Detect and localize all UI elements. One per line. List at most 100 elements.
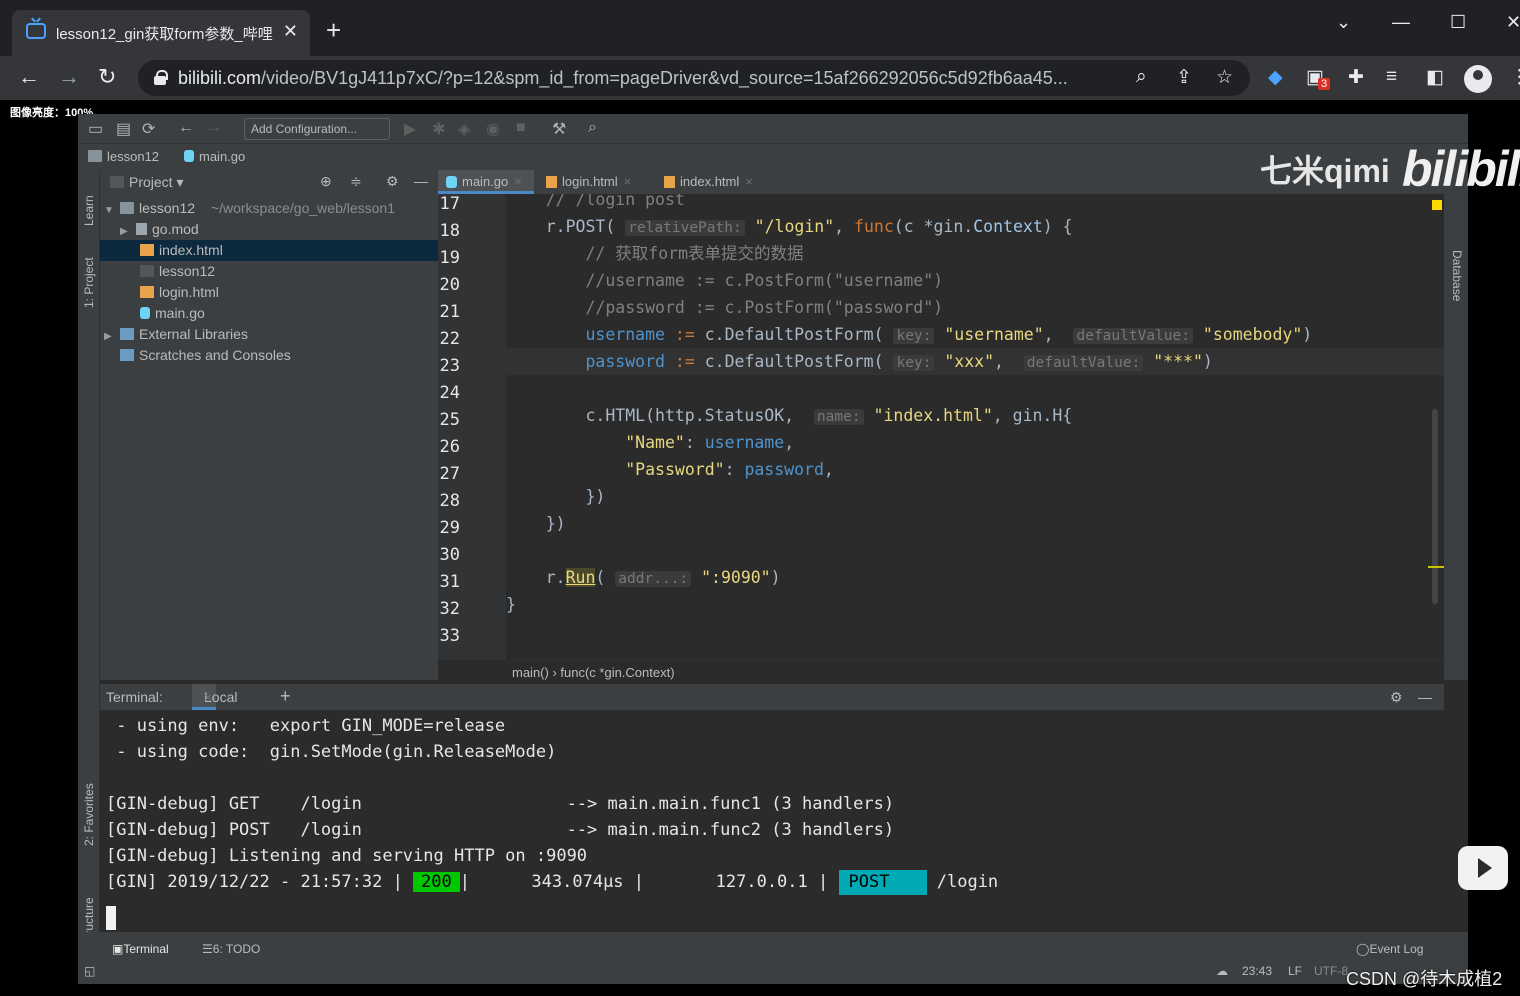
- bilibili-tv-icon: [26, 23, 46, 39]
- tree-item-scratches[interactable]: Scratches and Consoles: [100, 345, 438, 366]
- side-tab-learn[interactable]: Learn: [82, 195, 96, 226]
- tree-item-main-go[interactable]: main.go: [100, 303, 438, 324]
- media-icon[interactable]: ≡: [1386, 66, 1397, 88]
- code-line[interactable]: password := c.DefaultPostForm( key: "xxx…: [506, 348, 1444, 375]
- minimize-icon[interactable]: —: [1392, 12, 1410, 33]
- terminal-tab-local[interactable]: Local ×: [192, 684, 237, 710]
- code-line[interactable]: username := c.DefaultPostForm( key: "use…: [506, 321, 1444, 348]
- code-line[interactable]: // /login post: [506, 194, 1444, 213]
- ide-window: ▭ ▤ ⟳ ← → Add Configuration... ▶ ✱ ◈ ◉ ■…: [78, 114, 1468, 984]
- save-icon[interactable]: ▤: [116, 119, 131, 139]
- tab-login-html[interactable]: login.html ×: [538, 170, 652, 194]
- close-window-icon[interactable]: ✕: [1506, 12, 1520, 33]
- code-line[interactable]: "Name": username,: [506, 429, 1444, 456]
- hide-panel-icon[interactable]: —: [414, 173, 428, 189]
- maximize-icon[interactable]: ☐: [1450, 12, 1466, 33]
- inspection-status-icon[interactable]: [1432, 200, 1442, 210]
- tab-index-html[interactable]: index.html ×: [656, 170, 766, 194]
- open-folder-icon[interactable]: ▭: [88, 119, 103, 139]
- code-line[interactable]: r.POST( relativePath: "/login", func(c *…: [506, 213, 1444, 240]
- add-configuration-button[interactable]: Add Configuration...: [244, 118, 390, 140]
- search-icon[interactable]: ⌕: [588, 119, 597, 137]
- line-separator[interactable]: LF: [1288, 964, 1302, 978]
- code-line[interactable]: }): [506, 510, 1444, 537]
- debug-icon[interactable]: ✱: [432, 119, 445, 139]
- line-number-gutter: 17 18 19 20 21 22 23 24 25 26 27 28 29 3…: [438, 194, 506, 660]
- side-tab-favorites[interactable]: 2: Favorites: [82, 783, 96, 846]
- back-icon[interactable]: ←: [18, 64, 40, 90]
- nav-project[interactable]: lesson12: [88, 149, 159, 164]
- tab-main-go[interactable]: main.go ×: [438, 170, 534, 194]
- diamond-extension-icon[interactable]: ◆: [1268, 66, 1283, 89]
- tree-item-go-mod[interactable]: ▶ go.mod: [100, 219, 438, 240]
- run-icon[interactable]: ▶: [404, 119, 416, 139]
- collapse-icon[interactable]: ≑: [350, 173, 362, 190]
- terminal-hide-icon[interactable]: —: [1418, 689, 1432, 705]
- back-nav-icon[interactable]: ←: [178, 119, 194, 137]
- code-editor[interactable]: // /login post r.POST( relativePath: "/l…: [506, 194, 1444, 660]
- tree-root[interactable]: ▼ lesson12 ~/workspace/go_web/lesson1: [100, 198, 438, 219]
- reload-icon[interactable]: ↻: [98, 64, 116, 90]
- url-text[interactable]: bilibili.com/video/BV1gJ411p7xC/?p=12&sp…: [178, 68, 1118, 89]
- code-line[interactable]: }): [506, 483, 1444, 510]
- tab-search-icon[interactable]: ⌄: [1336, 12, 1351, 33]
- code-line[interactable]: }: [506, 591, 1444, 618]
- terminal-toolwindow-button[interactable]: ▣ Terminal: [112, 942, 169, 956]
- coverage-icon[interactable]: ◈: [458, 119, 470, 139]
- code-line[interactable]: [506, 537, 1444, 564]
- tree-item-index-html[interactable]: index.html: [100, 240, 438, 261]
- video-play-icon[interactable]: [1458, 846, 1508, 890]
- warning-marker[interactable]: [1428, 566, 1444, 568]
- editor-scrollbar[interactable]: [1432, 409, 1438, 604]
- forward-icon[interactable]: →: [58, 64, 80, 90]
- terminal-output[interactable]: - using env: export GIN_MODE=release - u…: [100, 710, 1430, 932]
- omnibox[interactable]: bilibili.com/video/BV1gJ411p7xC/?p=12&sp…: [138, 60, 1250, 96]
- html-file-icon: [546, 176, 557, 188]
- side-tab-project[interactable]: 1: Project: [82, 257, 96, 308]
- binary-file-icon: [140, 265, 154, 277]
- lock-icon[interactable]: [154, 70, 168, 85]
- file-encoding[interactable]: UTF-8: [1314, 964, 1348, 978]
- event-log-button[interactable]: ◯ Event Log: [1356, 942, 1423, 956]
- tree-item-external-libraries[interactable]: ▶ External Libraries: [100, 324, 438, 345]
- code-line[interactable]: [506, 375, 1444, 402]
- sidepanel-icon[interactable]: ◧: [1426, 66, 1444, 89]
- profile-icon[interactable]: ◉: [486, 119, 500, 139]
- html-file-icon: [140, 286, 154, 298]
- project-view-selector[interactable]: Project ▾: [110, 174, 184, 191]
- caret-position[interactable]: 23:43: [1242, 964, 1272, 978]
- new-tab-icon[interactable]: +: [326, 17, 341, 43]
- code-breadcrumb[interactable]: main() › func(c *gin.Context): [506, 660, 1444, 684]
- share-icon[interactable]: ⇪: [1176, 66, 1192, 89]
- puzzle-icon[interactable]: ✚: [1348, 66, 1364, 89]
- new-terminal-icon[interactable]: +: [280, 686, 291, 707]
- forward-nav-icon[interactable]: →: [206, 119, 222, 137]
- bookmark-star-icon[interactable]: ☆: [1216, 66, 1233, 89]
- locate-icon[interactable]: ⊕: [320, 173, 332, 190]
- code-line[interactable]: // 获取form表单提交的数据: [506, 240, 1444, 267]
- tree-item-login-html[interactable]: login.html: [100, 282, 438, 303]
- tab-close-icon[interactable]: ✕: [283, 21, 298, 42]
- code-line[interactable]: r.Run( addr...: ":9090"): [506, 564, 1444, 591]
- browser-tab[interactable]: lesson12_gin获取form参数_哔哩 ✕: [12, 10, 310, 56]
- settings-gear-icon[interactable]: ⚙: [386, 173, 399, 190]
- stop-icon[interactable]: ■: [516, 119, 526, 137]
- code-line[interactable]: "Password": password,: [506, 456, 1444, 483]
- zoom-icon[interactable]: ⌕: [1136, 66, 1147, 88]
- todo-toolwindow-button[interactable]: ☰ 6: TODO: [202, 942, 260, 956]
- nav-file[interactable]: main.go: [184, 149, 245, 164]
- sync-icon[interactable]: ⟳: [142, 119, 155, 139]
- code-line[interactable]: c.HTML(http.StatusOK, name: "index.html"…: [506, 402, 1444, 429]
- terminal-settings-icon[interactable]: ⚙: [1390, 689, 1403, 706]
- side-tab-database[interactable]: Database: [1450, 250, 1464, 301]
- code-line[interactable]: [506, 618, 1444, 645]
- profile-avatar[interactable]: [1464, 65, 1492, 93]
- layout-icon[interactable]: ◱: [84, 964, 95, 978]
- tree-item-lesson12-binary[interactable]: lesson12: [100, 261, 438, 282]
- memory-icon[interactable]: ☁: [1216, 964, 1228, 978]
- wrench-icon[interactable]: ⚒: [552, 119, 566, 139]
- menu-icon[interactable]: ⋮: [1510, 66, 1520, 89]
- code-line[interactable]: //username := c.PostForm("username"): [506, 267, 1444, 294]
- code-line[interactable]: //password := c.PostForm("password"): [506, 294, 1444, 321]
- terminal-label: Terminal:: [106, 689, 163, 705]
